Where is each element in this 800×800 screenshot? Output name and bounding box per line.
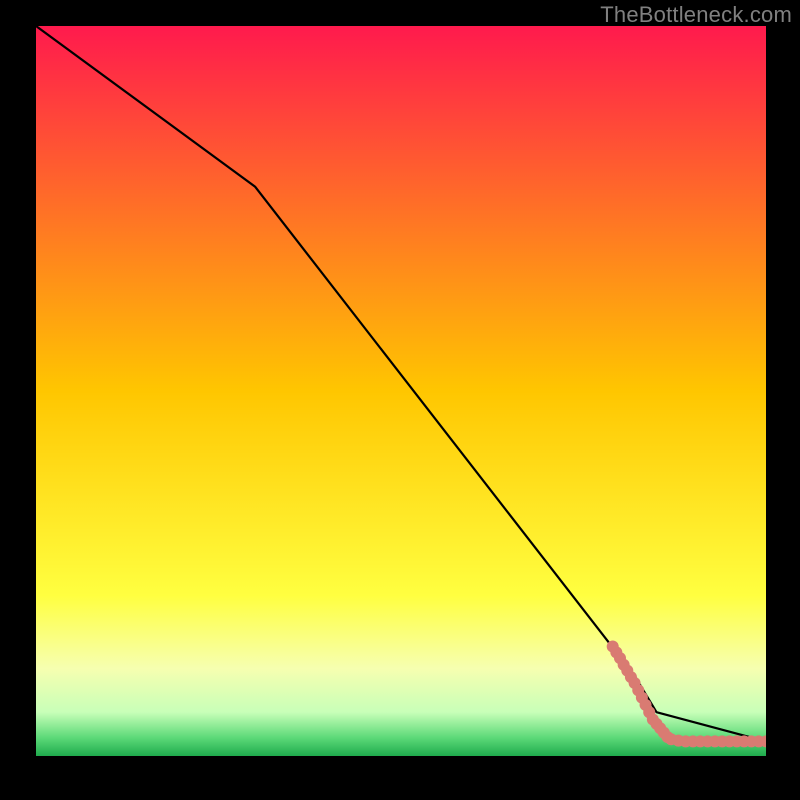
chart-area — [36, 26, 766, 756]
gradient-background — [36, 26, 766, 756]
watermark-text: TheBottleneck.com — [600, 2, 792, 28]
chart-svg — [36, 26, 766, 756]
